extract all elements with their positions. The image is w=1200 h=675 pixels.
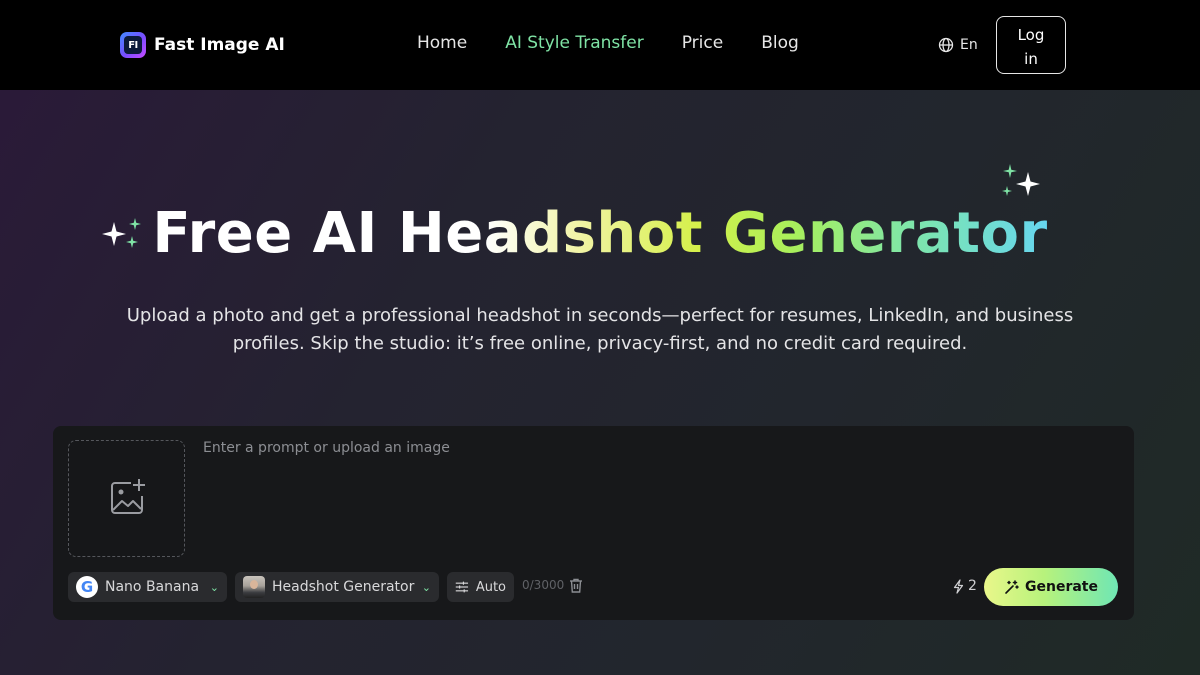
chevron-down-icon: ⌄: [421, 580, 431, 594]
globe-icon: [938, 37, 954, 53]
sparkles-icon: [1002, 164, 1040, 196]
login-label-line2: in: [1024, 50, 1038, 68]
generate-button-label: Generate: [1025, 579, 1098, 595]
magic-wand-icon: [1005, 579, 1019, 594]
language-label: En: [960, 37, 978, 53]
settings-button[interactable]: Auto: [447, 572, 514, 602]
nav-link-blog[interactable]: Blog: [761, 33, 799, 53]
nav-link-home[interactable]: Home: [417, 33, 467, 53]
lightning-icon: [953, 578, 964, 594]
model-selector-label: Nano Banana: [105, 579, 200, 595]
title-plain-part: Free AI He: [152, 201, 484, 266]
google-icon: G: [76, 576, 98, 598]
login-button[interactable]: Log in: [996, 16, 1066, 74]
credit-cost-value: 2: [968, 578, 977, 594]
style-selector-label: Headshot Generator: [272, 579, 415, 595]
image-add-icon: [111, 479, 145, 514]
top-navigation-bar: FI Fast Image AI Home AI Style Transfer …: [0, 0, 1200, 90]
title-gradient-part: adshot Generator: [483, 201, 1048, 266]
generate-button[interactable]: Generate: [984, 568, 1118, 606]
prompt-composer: G Nano Banana ⌄ Headshot Generator ⌄ Aut…: [53, 426, 1134, 620]
nav-link-ai-style-transfer[interactable]: AI Style Transfer: [505, 33, 644, 53]
language-selector[interactable]: En: [938, 37, 978, 53]
model-selector[interactable]: G Nano Banana ⌄: [68, 572, 227, 602]
main-nav: Home AI Style Transfer Price Blog: [417, 33, 799, 53]
chevron-down-icon: ⌄: [209, 580, 219, 594]
brand-name: Fast Image AI: [154, 35, 285, 55]
sliders-icon: [455, 581, 469, 593]
brand-logo-icon: FI: [120, 32, 146, 58]
headshot-thumbnail: [243, 576, 265, 598]
settings-auto-label: Auto: [475, 579, 506, 595]
nav-link-price[interactable]: Price: [682, 33, 723, 53]
trash-icon[interactable]: [569, 578, 583, 593]
prompt-input[interactable]: [203, 440, 1103, 550]
login-label-line1: Log: [1017, 26, 1045, 44]
hero-subtitle: Upload a photo and get a professional he…: [126, 305, 1074, 354]
brand-logo-mark: FI: [124, 36, 142, 54]
brand-logo-link[interactable]: FI Fast Image AI: [120, 31, 285, 59]
style-selector[interactable]: Headshot Generator ⌄: [235, 572, 439, 602]
image-upload-dropzone[interactable]: [68, 440, 185, 557]
credit-cost: 2: [953, 578, 977, 594]
page-title: Free AI Headshot Generator: [0, 199, 1200, 269]
character-counter: 0/3000: [522, 578, 565, 592]
